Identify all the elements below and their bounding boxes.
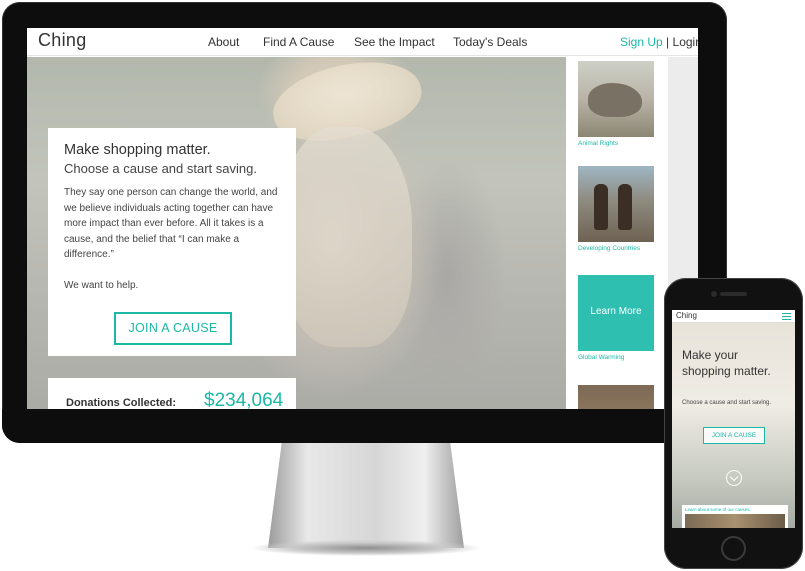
children-photo-icon xyxy=(578,166,654,242)
join-cause-button[interactable]: JOIN A CAUSE xyxy=(114,312,232,345)
mobile-headline: Make your shopping matter. xyxy=(682,348,771,378)
mobile-navbar: Ching xyxy=(672,310,795,323)
mobile-hero-image: Make your shopping matter. Choose a caus… xyxy=(672,323,795,528)
nav-about[interactable]: About xyxy=(208,35,239,49)
donations-card: Donations Collected: $234,064 xyxy=(48,378,296,409)
mobile-screen: Make your shopping matter. Choose a caus… xyxy=(672,310,795,528)
donations-value: $234,064 xyxy=(204,390,284,409)
intro-subheadline: Choose a cause and start saving. xyxy=(64,161,257,176)
cause-photo-icon xyxy=(578,385,654,409)
cause-label[interactable]: Animal Rights xyxy=(578,140,654,147)
mobile-subheadline: Choose a cause and start saving. xyxy=(682,400,772,406)
login-link[interactable]: Login xyxy=(673,35,698,49)
cause-developing-countries[interactable]: Developing Countries xyxy=(578,166,654,252)
nav-see-the-impact[interactable]: See the Impact xyxy=(354,35,435,49)
chevron-down-icon[interactable] xyxy=(726,470,742,486)
mobile-cause-photo xyxy=(685,514,785,528)
device-mockup: Ching About Find A Cause See the Impact … xyxy=(0,0,805,571)
hamburger-menu-icon[interactable] xyxy=(782,313,791,320)
stand-shadow xyxy=(252,540,480,556)
home-button[interactable] xyxy=(721,536,746,561)
signup-link[interactable]: Sign Up xyxy=(620,35,663,49)
desktop-screen: Ching About Find A Cause See the Impact … xyxy=(27,28,698,409)
hero-image: Make shopping matter. Choose a cause and… xyxy=(27,57,566,409)
cause-next[interactable] xyxy=(578,385,654,409)
glacier-photo-icon: Learn More xyxy=(578,275,654,351)
cause-global-warming[interactable]: Learn More Global Warming xyxy=(578,275,654,361)
iphone: Make your shopping matter. Choose a caus… xyxy=(664,278,803,569)
camera-icon xyxy=(711,291,717,297)
imac-stand xyxy=(268,443,464,548)
rhino-photo-icon xyxy=(578,61,654,137)
mobile-join-cause-button[interactable]: JOIN A CAUSE xyxy=(703,427,765,444)
cause-label[interactable]: Developing Countries xyxy=(578,245,654,252)
donations-label: Donations Collected: xyxy=(66,397,177,409)
intro-closing: We want to help. xyxy=(64,280,139,291)
site-logo[interactable]: Ching xyxy=(38,30,87,51)
mobile-causes-preview: Learn about some of our causes. xyxy=(682,505,788,528)
cause-label[interactable]: Global Warming xyxy=(578,354,654,361)
intro-headline: Make shopping matter. xyxy=(64,142,211,158)
apple-logo-icon xyxy=(355,417,371,435)
intro-card: Make shopping matter. Choose a cause and… xyxy=(48,128,296,356)
auth-separator: | xyxy=(666,35,670,49)
nav-find-a-cause[interactable]: Find A Cause xyxy=(263,35,334,49)
intro-body: They say one person can change the world… xyxy=(64,187,278,260)
mobile-causes-text[interactable]: Learn about some of our causes. xyxy=(685,507,751,512)
mobile-logo[interactable]: Ching xyxy=(676,311,697,320)
nav-todays-deals[interactable]: Today's Deals xyxy=(453,35,527,49)
site-navbar: Ching About Find A Cause See the Impact … xyxy=(27,28,698,56)
auth-links: Sign Up | Login xyxy=(620,35,698,49)
cause-animal-rights[interactable]: Animal Rights xyxy=(578,61,654,147)
learn-more-overlay[interactable]: Learn More xyxy=(578,306,654,317)
speaker-grille xyxy=(720,292,747,296)
